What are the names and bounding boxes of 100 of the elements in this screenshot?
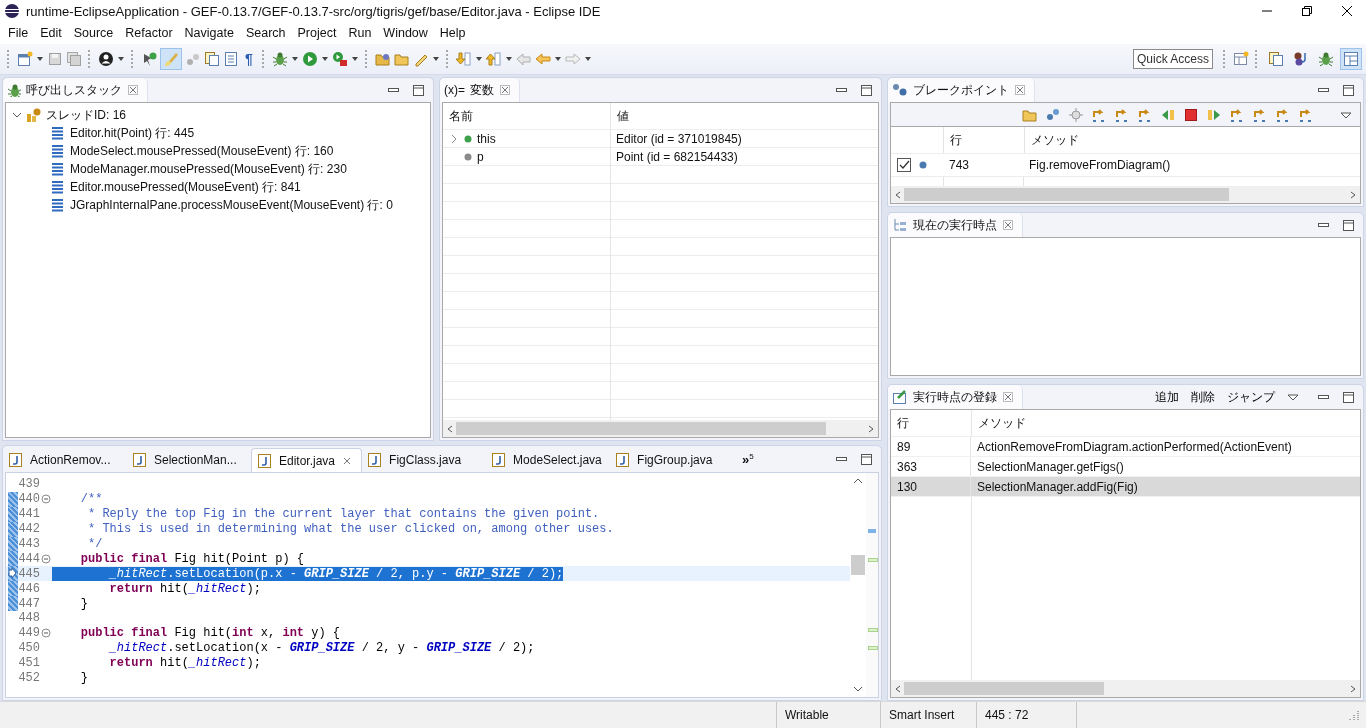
horizontal-scrollbar[interactable]	[443, 420, 878, 437]
editor-tab[interactable]: ActionRemov...	[3, 448, 127, 472]
maximize-icon[interactable]	[1342, 83, 1355, 97]
person-icon[interactable]	[98, 51, 114, 67]
menu-item[interactable]: Run	[342, 26, 378, 40]
caret-icon[interactable]	[290, 55, 299, 63]
overview-marker[interactable]	[868, 558, 878, 562]
documents-icon[interactable]	[204, 51, 220, 67]
action-button[interactable]: ジャンプ	[1227, 388, 1275, 406]
dots-icon[interactable]	[1045, 107, 1061, 123]
save-all-icon[interactable]	[66, 51, 82, 67]
caret-icon[interactable]	[474, 55, 483, 63]
tree-item[interactable]: JGraphInternalPane.processMouseEvent(MouseEvent) 行: 0	[70, 196, 393, 214]
editor-tab[interactable]: FigGroup.java	[610, 448, 735, 472]
overview-marker[interactable]	[868, 646, 878, 650]
action-button[interactable]: 削除	[1191, 388, 1215, 406]
maximize-icon[interactable]	[412, 83, 425, 97]
scroll-left-icon[interactable]	[894, 189, 902, 200]
column-header[interactable]: 名前	[443, 103, 611, 129]
new-file-icon[interactable]	[17, 51, 33, 67]
maximize-icon[interactable]	[860, 83, 873, 97]
scroll-right-icon[interactable]	[867, 423, 875, 434]
view-menu-icon[interactable]	[1340, 111, 1352, 119]
chevron-icon[interactable]	[12, 110, 22, 120]
folder-icon[interactable]	[1022, 107, 1038, 123]
view-tab[interactable]: (x)= 変数	[440, 78, 520, 102]
scroll-left-icon[interactable]	[446, 423, 454, 434]
run-icon[interactable]	[331, 51, 348, 67]
close-icon[interactable]	[1342, 6, 1352, 16]
menu-item[interactable]: Window	[377, 26, 434, 40]
checkbox[interactable]	[897, 158, 911, 172]
table-row[interactable]: 89 ActionRemoveFromDiagram.actionPerformed(ActionEvent)	[891, 437, 1360, 457]
caret-icon[interactable]	[583, 55, 592, 63]
curved-arrow-icon[interactable]	[1114, 107, 1130, 123]
column-header[interactable]: メソッド	[1025, 127, 1079, 153]
perspective-button[interactable]	[1340, 48, 1362, 70]
maximize-icon[interactable]	[1342, 390, 1355, 404]
view-tab[interactable]: 呼び出しスタック	[3, 78, 148, 102]
maximize-icon[interactable]	[1342, 218, 1355, 232]
editor-tab[interactable]: ModeSelect.java	[486, 448, 611, 472]
scroll-thumb[interactable]	[904, 682, 1104, 695]
restore-icon[interactable]	[1302, 6, 1312, 16]
scroll-thumb[interactable]	[456, 422, 826, 435]
maximize-icon[interactable]	[860, 452, 873, 466]
fold-icon[interactable]	[41, 553, 51, 564]
caret-icon[interactable]	[117, 55, 125, 63]
menu-item[interactable]: Refactor	[119, 26, 179, 40]
folder-icon[interactable]	[374, 51, 391, 67]
caret-icon[interactable]	[504, 55, 513, 63]
horizontal-scrollbar[interactable]	[891, 680, 1360, 697]
curved-arrow-icon[interactable]	[1229, 107, 1245, 123]
window-icon[interactable]	[1233, 51, 1249, 67]
play-icon[interactable]	[301, 51, 318, 67]
curved-arrow-icon[interactable]	[1298, 107, 1314, 123]
scroll-down-icon[interactable]	[853, 685, 863, 693]
gear-icon[interactable]	[1068, 107, 1084, 123]
scroll-right-icon[interactable]	[1349, 189, 1357, 200]
menu-item[interactable]: Project	[291, 26, 343, 40]
caret-icon[interactable]	[36, 55, 44, 63]
tree-item[interactable]: ModeSelect.mousePressed(MouseEvent) 行: 160	[70, 142, 334, 160]
tree-item[interactable]: スレッドID: 16	[46, 106, 126, 124]
scroll-thumb[interactable]	[851, 555, 865, 575]
overview-marker[interactable]	[868, 628, 878, 632]
bug-icon[interactable]	[271, 51, 288, 67]
view-tab[interactable]: 現在の実行時点	[888, 213, 1023, 237]
pilcrow-button[interactable]: ¶	[242, 51, 256, 67]
column-header[interactable]: メソッド	[972, 410, 1026, 436]
fold-icon[interactable]	[41, 494, 51, 505]
overview-marker[interactable]	[868, 529, 876, 533]
dots-icon[interactable]	[185, 51, 201, 67]
fold-icon[interactable]	[41, 628, 51, 639]
menu-item[interactable]: Source	[67, 26, 120, 40]
column-header[interactable]: 行	[891, 410, 972, 436]
chevron-icon[interactable]	[449, 134, 459, 144]
stop-icon[interactable]	[1183, 107, 1199, 123]
tree-item[interactable]: ModeManager.mousePressed(MouseEvent) 行: 230	[70, 160, 347, 178]
curved-arrow-icon[interactable]	[1252, 107, 1268, 123]
tree-item[interactable]: Editor.hit(Point) 行: 445	[70, 124, 195, 142]
curved-arrow-icon[interactable]	[1275, 107, 1291, 123]
menu-item[interactable]: Search	[239, 26, 292, 40]
folder-icon[interactable]	[393, 51, 410, 67]
editor-tab[interactable]: Editor.java	[251, 448, 363, 472]
view-tab[interactable]: 実行時点の登録	[888, 385, 1023, 409]
caret-icon[interactable]	[431, 55, 440, 63]
menu-item[interactable]: Navigate	[178, 26, 240, 40]
menu-item[interactable]: Edit	[34, 26, 68, 40]
caret-icon[interactable]	[320, 55, 329, 63]
caret-icon[interactable]	[553, 55, 562, 63]
quick-access-field[interactable]: Quick Access	[1133, 49, 1213, 69]
view-tab[interactable]: ブレークポイント	[888, 78, 1035, 102]
horizontal-scrollbar[interactable]	[891, 186, 1360, 203]
action-button[interactable]: 追加	[1155, 388, 1179, 406]
scroll-right-icon[interactable]	[1349, 683, 1357, 694]
column-header[interactable]: 行	[944, 127, 1025, 153]
editor-tab[interactable]: SelectionMan...	[127, 448, 251, 472]
play-icon[interactable]	[1206, 107, 1222, 123]
table-row[interactable]: 130 SelectionManager.addFig(Fig)	[891, 477, 1360, 497]
scroll-thumb[interactable]	[904, 188, 1229, 201]
column-header[interactable]: 値	[611, 103, 629, 129]
menu-item[interactable]: Help	[433, 26, 472, 40]
